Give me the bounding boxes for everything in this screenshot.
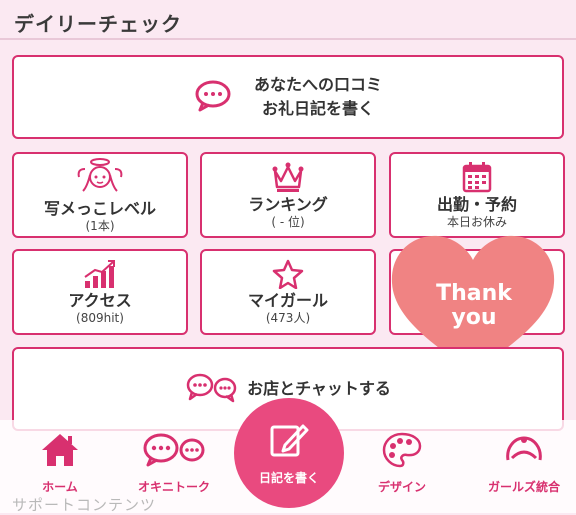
photo-level-button[interactable]: 写メっこレベル (1本) [12, 152, 188, 238]
calendar-icon [461, 161, 493, 195]
palette-icon [382, 432, 422, 472]
nav-design-label: デザイン [377, 480, 426, 494]
ranking-button[interactable]: ランキング ( - 位) [200, 152, 376, 238]
thank-you-line2: you [451, 305, 496, 330]
house-icon [40, 432, 80, 472]
access-count: (809hit) [76, 311, 124, 325]
chat-bubbles-icon [185, 371, 237, 407]
my-girl-count: (473人) [265, 311, 311, 325]
photo-level-count: (1本) [85, 219, 115, 233]
support-content-heading: サポートコンテンツ [12, 496, 157, 514]
chat-bubbles-icon [142, 432, 206, 472]
my-girl-button[interactable]: マイガール (473人) [200, 249, 376, 335]
nav-okini-talk-label: オキニトーク [137, 480, 210, 494]
kuchikomi-button[interactable]: あなたへの口コミ お礼日記を書く [12, 55, 564, 139]
write-diary-button[interactable]: 日記を書く [234, 398, 344, 508]
my-girl-label: マイガール [247, 291, 328, 310]
chat-bubble-icon [194, 79, 232, 115]
girls-logo-icon [502, 432, 546, 472]
schedule-label: 出勤・予約 [436, 195, 517, 214]
schedule-button[interactable]: 出勤・予約 本日お休み [389, 152, 565, 238]
ranking-value: ( - 位) [271, 215, 305, 229]
shop-chat-label: お店とチャットする [247, 379, 391, 398]
access-label: アクセス [68, 291, 132, 310]
nav-girls-integration[interactable]: ガールズ統合 [476, 432, 572, 495]
photo-level-label: 写メっこレベル [43, 199, 156, 218]
diary-thanks-label: お礼日記を書く [261, 99, 374, 118]
nav-girls-label: ガールズ統合 [487, 480, 560, 494]
bar-chart-icon [83, 259, 117, 291]
ranking-label: ランキング [248, 195, 328, 214]
nav-design[interactable]: デザイン [354, 432, 450, 495]
access-button[interactable]: アクセス (809hit) [12, 249, 188, 335]
nav-home[interactable]: ホーム [12, 432, 108, 495]
pencil-edit-icon [269, 421, 309, 463]
schedule-status: 本日お休み [446, 215, 507, 229]
star-icon [272, 259, 304, 291]
thank-you-line1: Thank [436, 281, 513, 306]
angel-girl-icon [77, 157, 123, 199]
kuchikomi-label: あなたへの口コミ [253, 75, 382, 94]
nav-okini-talk[interactable]: オキニトーク [126, 432, 222, 495]
crown-icon [271, 161, 305, 195]
section-title: デイリーチェック [14, 12, 182, 36]
write-diary-label: 日記を書く [258, 470, 319, 485]
divider [0, 38, 576, 40]
nav-home-label: ホーム [42, 480, 78, 494]
